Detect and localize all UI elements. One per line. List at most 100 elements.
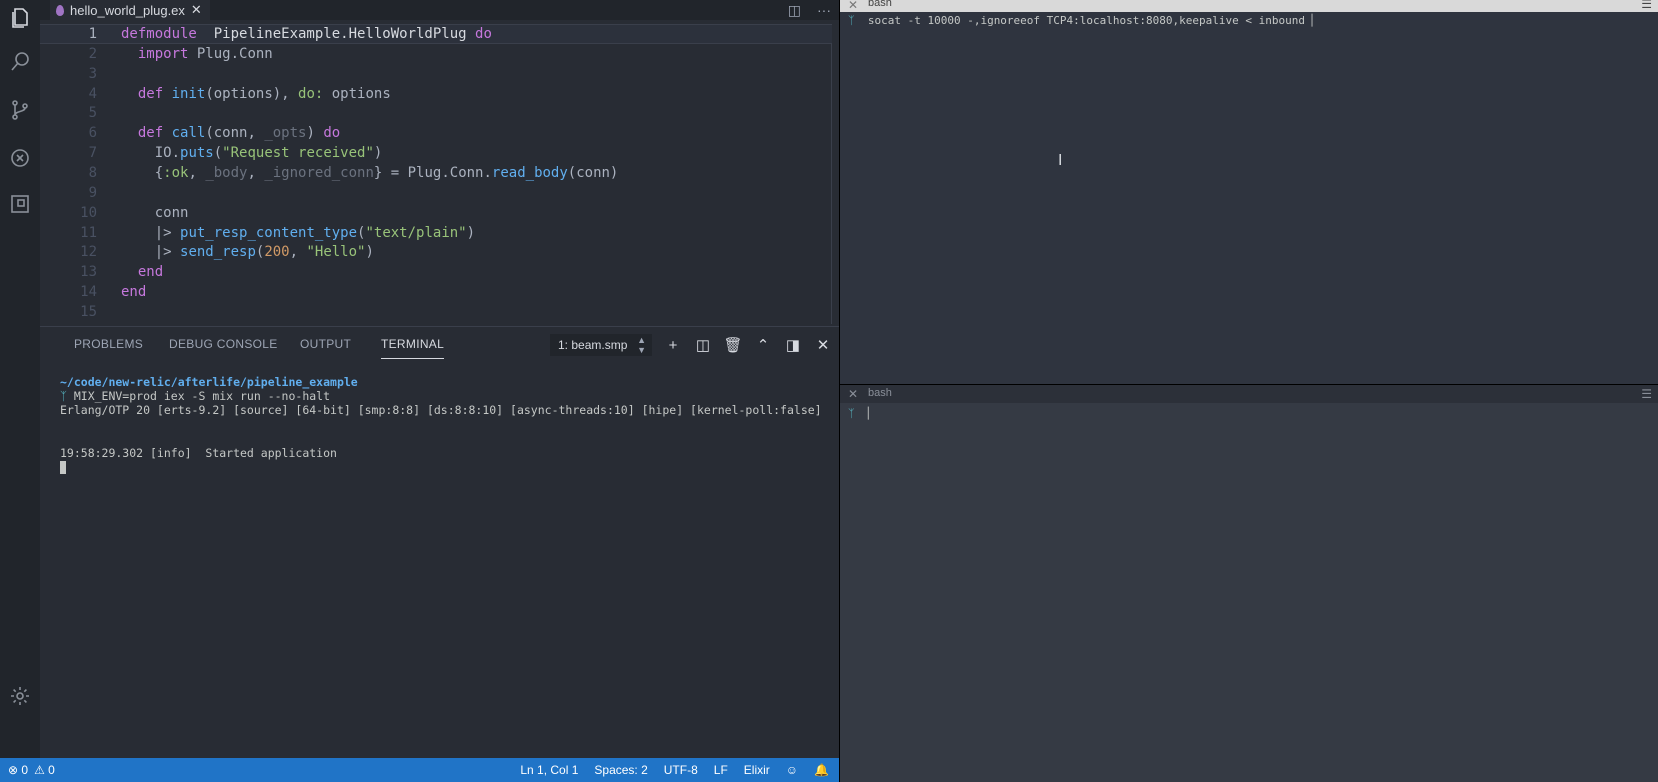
terminal-pane-top[interactable]: ✕ bash ☰ ᛉ socat -t 10000 -,ignoreeof TC…: [840, 0, 1658, 384]
code-token: read_body: [491, 164, 568, 181]
line-number: 1: [88, 26, 97, 42]
code-token: ): [306, 125, 324, 142]
terminal-pane-bottom[interactable]: ✕ bash ☰ ᛉ ▏: [840, 385, 1658, 782]
code-line[interactable]: 7 IO.puts("Request received"): [40, 143, 832, 163]
tab-label: hello_world_plug.ex: [70, 2, 185, 18]
toggle-panel-position-icon[interactable]: ◨: [784, 336, 802, 354]
close-pane-icon[interactable]: ✕: [848, 387, 858, 401]
prompt-icon: ᛉ: [60, 389, 67, 403]
code-line[interactable]: 11 |> put_resp_content_type("text/plain"…: [40, 223, 832, 243]
pane-header-bottom: ✕ bash ☰: [840, 385, 1658, 403]
notifications-bell-icon[interactable]: 🔔: [814, 763, 829, 777]
editor-tabbar: hello_world_plug.ex ✕ ◫ ···: [40, 0, 839, 20]
tab-debug-console[interactable]: DEBUG CONSOLE: [169, 337, 278, 351]
code-text: import Plug.Conn: [97, 46, 273, 62]
code-line[interactable]: 2 import Plug.Conn: [40, 44, 832, 64]
panel-tabs: PROBLEMS DEBUG CONSOLE OUTPUT TERMINAL 1…: [40, 327, 839, 363]
line-number: 8: [88, 164, 97, 181]
language-mode[interactable]: Elixir: [744, 763, 770, 777]
code-token: send_resp: [180, 244, 256, 261]
code-token: init: [171, 85, 206, 102]
socat-command: socat -t 10000 -,ignoreeof TCP4:localhos…: [867, 14, 1312, 27]
pane-menu-icon[interactable]: ☰: [1641, 387, 1652, 401]
line-number: 5: [88, 105, 97, 122]
code-token: _body: [205, 164, 248, 181]
terminal-cursor: [60, 461, 66, 474]
debug-icon[interactable]: [0, 136, 40, 180]
terminal-command-line: ᛉ MIX_ENV=prod iex -S mix run --no-halt: [60, 389, 330, 403]
tab-problems[interactable]: PROBLEMS: [74, 337, 143, 351]
code-line[interactable]: 8 {:ok, _body, _ignored_conn} = Plug.Con…: [40, 163, 832, 183]
terminal-erlang-line: Erlang/OTP 20 [erts-9.2] [source] [64-bi…: [60, 403, 822, 417]
code-token: options: [323, 85, 391, 102]
line-number: 6: [88, 125, 97, 142]
feedback-smiley-icon[interactable]: ☺: [786, 763, 798, 777]
explorer-icon[interactable]: [0, 0, 40, 40]
code-line[interactable]: 10 conn: [40, 203, 832, 223]
encoding[interactable]: UTF-8: [664, 763, 698, 777]
line-number: 12: [80, 244, 97, 261]
code-line[interactable]: 13 end: [40, 262, 832, 282]
line-number: 11: [80, 224, 97, 241]
code-token: (: [213, 145, 223, 162]
tab-output[interactable]: OUTPUT: [300, 337, 351, 351]
close-pane-icon[interactable]: ✕: [848, 0, 858, 12]
code-text: IO.puts("Request received"): [97, 145, 383, 162]
tab-terminal[interactable]: TERMINAL: [381, 337, 445, 359]
chevron-up-icon[interactable]: ⌃: [754, 336, 772, 354]
end-of-line[interactable]: LF: [714, 763, 728, 777]
code-line[interactable]: 12 |> send_resp(200, "Hello"): [40, 242, 832, 262]
code-line[interactable]: 4 def init(options), do: options: [40, 84, 832, 104]
terminal-select[interactable]: 1: beam.smp ▲ ▼: [550, 334, 652, 356]
prompt-icon: ᛉ: [848, 14, 855, 27]
code-text: {:ok, _body, _ignored_conn} = Plug.Conn.…: [97, 164, 619, 181]
split-terminal-icon[interactable]: ◫: [694, 336, 712, 354]
code-token: ): [466, 224, 476, 241]
tab-hello-world-plug[interactable]: hello_world_plug.ex ✕: [50, 0, 210, 20]
warnings-status[interactable]: ⚠ 0: [34, 763, 55, 777]
code-token: "Request received": [222, 145, 374, 162]
pane-title: bash: [868, 387, 892, 399]
source-control-icon[interactable]: [0, 88, 40, 132]
code-token: ,: [247, 164, 265, 181]
more-actions-icon[interactable]: ···: [817, 2, 831, 18]
code-token: def: [137, 125, 164, 142]
line-number: 14: [80, 284, 97, 301]
split-editor-icon[interactable]: ◫: [788, 2, 801, 19]
close-tab-icon[interactable]: ✕: [191, 2, 202, 18]
code-token: {: [121, 164, 164, 181]
code-line[interactable]: 1 defmodule PipelineExample.HelloWorldPlu…: [40, 24, 832, 44]
errors-status[interactable]: ⊗ 0: [8, 763, 28, 777]
search-icon[interactable]: [0, 40, 40, 84]
code-line[interactable]: 5: [40, 103, 832, 123]
integrated-terminal[interactable]: ~/code/new-relic/afterlife/pipeline_exam…: [60, 375, 830, 705]
trash-icon[interactable]: 🗑: [723, 336, 742, 354]
code-token: :ok: [163, 164, 189, 181]
close-panel-icon[interactable]: ✕: [814, 336, 832, 354]
code-line[interactable]: 14 end: [40, 282, 832, 302]
code-token: import: [137, 45, 189, 62]
code-line[interactable]: 9: [40, 183, 832, 203]
add-terminal-icon[interactable]: +: [664, 336, 682, 354]
code-token: 200: [264, 244, 290, 261]
code-token: end: [121, 284, 147, 301]
pane-menu-icon[interactable]: ☰: [1641, 0, 1652, 11]
code-token: ,: [188, 164, 206, 181]
gear-icon[interactable]: [0, 674, 40, 718]
code-line[interactable]: 6 def call(conn, _opts) do: [40, 123, 832, 143]
code-token: ): [365, 244, 374, 261]
pane-command-line: ᛉ socat -t 10000 -,ignoreeof TCP4:localh…: [848, 14, 1319, 27]
cursor-position[interactable]: Ln 1, Col 1: [520, 763, 578, 777]
code-editor[interactable]: 1 defmodule PipelineExample.HelloWorldPlu…: [40, 24, 839, 326]
code-token: end: [137, 264, 164, 281]
extensions-icon[interactable]: [0, 182, 40, 226]
code-token: _ignored_conn: [264, 164, 374, 181]
code-text: |> put_resp_content_type("text/plain"): [97, 225, 475, 241]
code-line[interactable]: 3: [40, 64, 832, 84]
code-line[interactable]: 15: [40, 302, 832, 322]
indentation[interactable]: Spaces: 2: [594, 763, 647, 777]
